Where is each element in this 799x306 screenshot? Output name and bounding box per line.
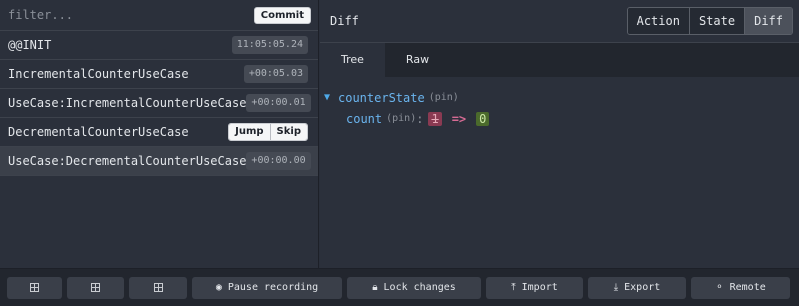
action-time-badge: +00:00.01: [246, 94, 311, 112]
tree-node-root: ▼ counterState (pin): [324, 87, 799, 108]
lock-changes-label: Lock changes: [383, 282, 456, 293]
inspector-header: Diff Action State Diff: [320, 0, 799, 43]
import-label: Import: [521, 282, 558, 293]
action-row-incremental[interactable]: IncrementalCounterUseCase +00:05.03: [0, 60, 318, 89]
action-name: IncrementalCounterUseCase: [8, 67, 189, 81]
action-row-init[interactable]: @@INIT 11:05:05.24: [0, 31, 318, 60]
view-subtabs: Tree Raw: [320, 43, 799, 77]
export-label: Export: [624, 282, 661, 293]
lock-changes-button[interactable]: 🔒︎ Lock changes: [347, 276, 481, 299]
action-name: UseCase:IncrementalCounterUseCase: [8, 96, 247, 110]
new-value: 0: [476, 111, 490, 126]
inspector-title: Diff: [330, 14, 359, 28]
tab-state[interactable]: State: [688, 8, 745, 34]
dock-right-button[interactable]: [129, 276, 187, 299]
tab-diff[interactable]: Diff: [744, 8, 792, 34]
diff-tree: ▼ counterState (pin) count (pin) : 1 => …: [320, 77, 799, 129]
filter-input[interactable]: [8, 8, 208, 22]
import-button[interactable]: ⤒ Import: [486, 276, 583, 299]
tree-key: counterState: [338, 90, 425, 105]
pause-recording-label: Pause recording: [227, 282, 319, 293]
skip-button[interactable]: Skip: [269, 124, 307, 140]
inspector-panel: Diff Action State Diff Tree Raw ▼ counte…: [320, 0, 799, 268]
dock-bottom-button[interactable]: [67, 276, 124, 299]
action-name: @@INIT: [8, 38, 52, 52]
upload-icon: ⤒: [511, 282, 516, 293]
pin-link[interactable]: (pin): [429, 92, 459, 103]
export-button[interactable]: ⤓ Export: [588, 276, 686, 299]
tree-key: count: [346, 111, 383, 126]
action-row-usecase-incremental[interactable]: UseCase:IncrementalCounterUseCase +00:00…: [0, 89, 318, 118]
remote-label: Remote: [729, 282, 766, 293]
download-icon: ⤓: [613, 282, 619, 293]
action-row-usecase-decremental[interactable]: UseCase:DecrementalCounterUseCase +00:00…: [0, 147, 318, 176]
redux-devtools-inspector: Commit @@INIT 11:05:05.24 IncrementalCou…: [0, 0, 799, 306]
lock-icon: 🔒︎: [372, 282, 378, 293]
tab-action[interactable]: Action: [627, 8, 689, 34]
tree-colon: :: [416, 111, 424, 126]
action-time-badge: +00:00.00: [246, 152, 311, 170]
subtab-tree[interactable]: Tree: [320, 43, 385, 77]
inspector-tab-group: Action State Diff: [626, 7, 793, 35]
jump-button[interactable]: Jump: [229, 124, 270, 140]
record-icon: ◉: [215, 282, 222, 293]
antenna-icon: ⚬: [715, 282, 724, 293]
expand-arrow-icon[interactable]: ▼: [324, 92, 338, 103]
action-name: UseCase:DecrementalCounterUseCase: [8, 154, 247, 168]
tree-node-child: count (pin) : 1 => 0: [324, 108, 799, 129]
old-value: 1: [428, 111, 442, 126]
pin-link[interactable]: (pin): [386, 113, 416, 124]
remote-button[interactable]: ⚬ Remote: [691, 276, 790, 299]
jump-skip-group: Jump Skip: [228, 123, 308, 141]
bottom-toolbar: ◉ Pause recording 🔒︎ Lock changes ⤒ Impo…: [0, 268, 799, 306]
grid-icon: [91, 283, 100, 292]
diff-arrow: =>: [451, 111, 467, 126]
action-list-panel: Commit @@INIT 11:05:05.24 IncrementalCou…: [0, 0, 319, 268]
action-row-decremental[interactable]: DecrementalCounterUseCase Jump Skip: [0, 118, 318, 147]
action-name: DecrementalCounterUseCase: [8, 125, 189, 139]
filter-bar: Commit: [0, 0, 318, 31]
subtab-raw[interactable]: Raw: [385, 43, 450, 77]
action-time-badge: 11:05:05.24: [231, 36, 308, 54]
action-time-badge: +00:05.03: [243, 65, 308, 83]
pause-recording-button[interactable]: ◉ Pause recording: [192, 276, 342, 299]
grid-icon: [30, 283, 39, 292]
dock-left-button[interactable]: [7, 276, 62, 299]
grid-icon: [153, 283, 163, 292]
commit-button[interactable]: Commit: [253, 6, 311, 24]
